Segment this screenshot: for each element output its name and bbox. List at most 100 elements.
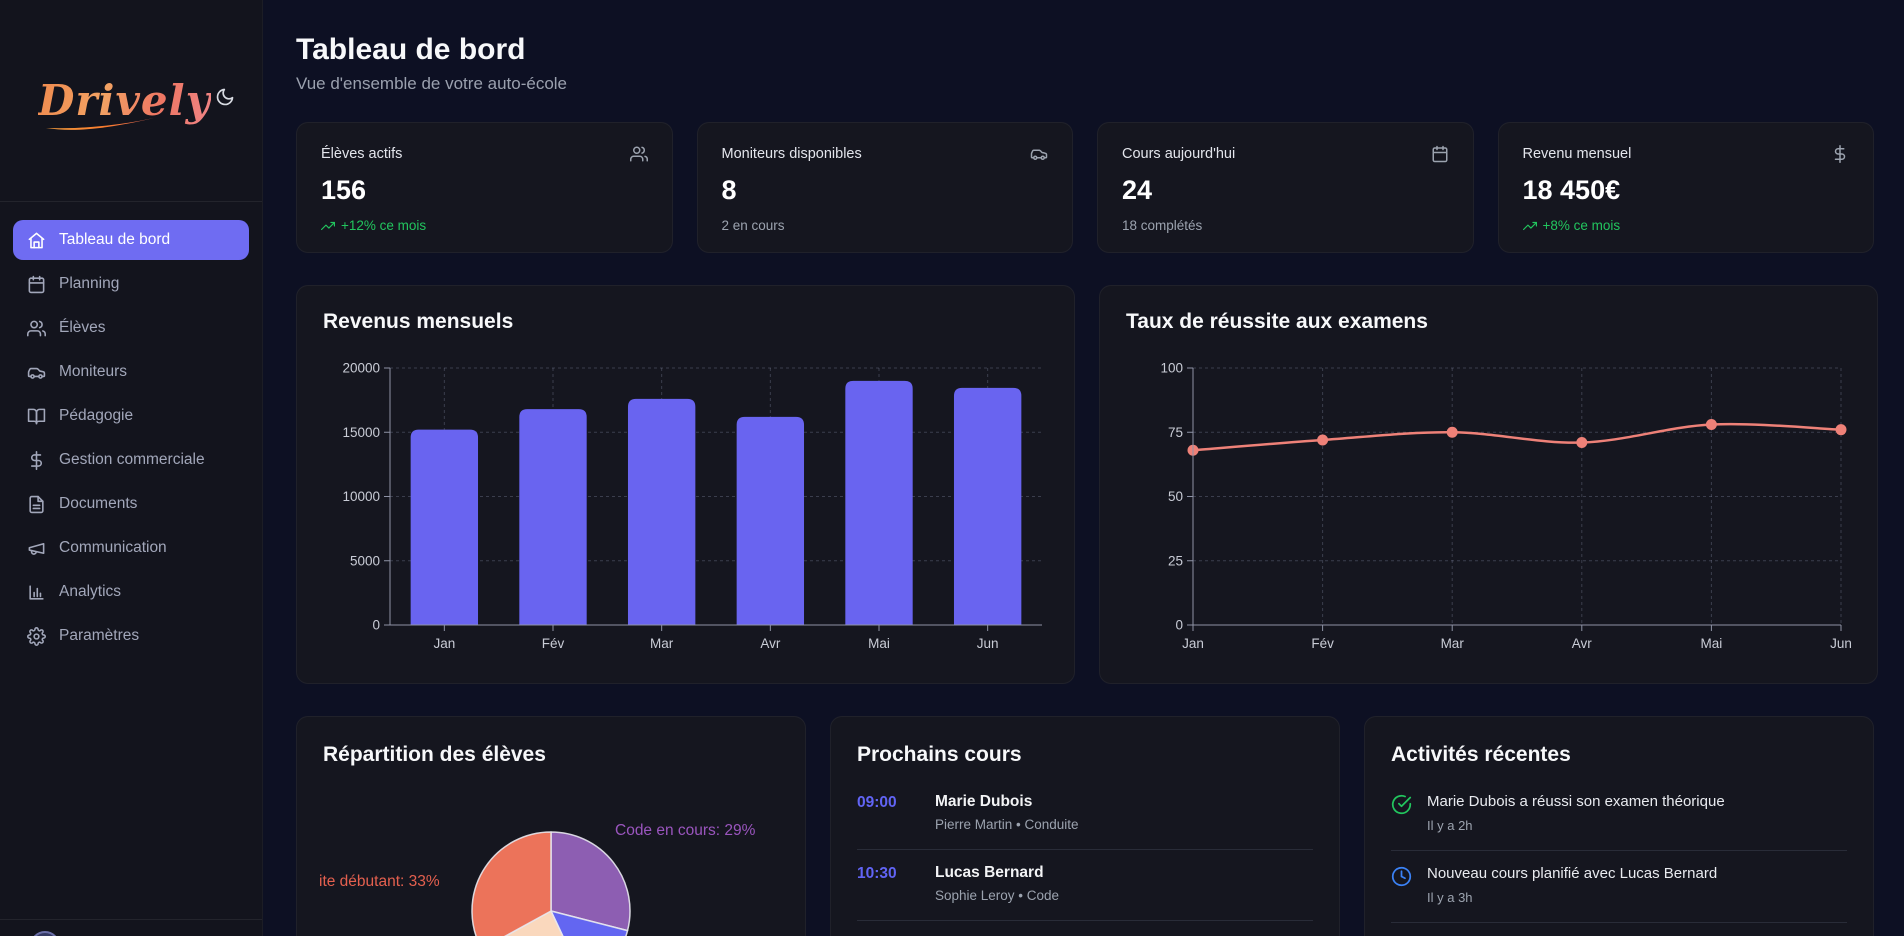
stat-label: Moniteurs disponibles	[722, 146, 862, 162]
activity-title: Activités récentes	[1391, 743, 1847, 767]
activity-time: Il y a 2h	[1427, 818, 1725, 833]
check-circle-icon	[1391, 794, 1412, 833]
recent-activity-card: Activités récentes Marie Dubois a réussi…	[1364, 716, 1874, 936]
success-chart-card: Taux de réussite aux examens 0 25 50 75 100 J…	[1099, 285, 1878, 684]
activity-row: Marie Dubois a réussi son examen théoriq…	[1391, 787, 1847, 851]
calendar-icon	[27, 275, 46, 294]
sidebar-item-label: Tableau de bord	[59, 231, 170, 249]
svg-text:75: 75	[1168, 425, 1183, 440]
stat-value: 24	[1122, 175, 1449, 206]
sidebar-item-label: Moniteurs	[59, 363, 127, 381]
book-open-icon	[27, 407, 46, 426]
activity-text: Marie Dubois a réussi son examen théoriq…	[1427, 793, 1725, 810]
sidebar-item-parametres[interactable]: Paramètres	[13, 616, 249, 656]
activity-list: Marie Dubois a réussi son examen théoriq…	[1391, 787, 1847, 936]
svg-text:0: 0	[372, 618, 380, 633]
bottom-row: Répartition des élèves Code en cours: 29…	[296, 716, 1874, 936]
sidebar-item-eleves[interactable]: Élèves	[13, 308, 249, 348]
sidebar-item-label: Élèves	[59, 319, 106, 337]
activity-row: Nouveau cours planifié avec Lucas Bernar…	[1391, 851, 1847, 923]
main-content: Tableau de bord Vue d'ensemble de votre …	[263, 0, 1904, 936]
svg-text:20000: 20000	[342, 361, 380, 376]
home-icon	[27, 231, 46, 250]
lesson-row[interactable]: 09:00Marie DuboisPierre Martin • Conduit…	[857, 787, 1313, 850]
upcoming-lessons-card: Prochains cours 09:00Marie DuboisPierre …	[830, 716, 1340, 936]
activity-time: Il y a 3h	[1427, 890, 1717, 905]
sidebar-item-label: Pédagogie	[59, 407, 133, 425]
page-subtitle: Vue d'ensemble de votre auto-école	[296, 74, 1874, 94]
svg-text:Fév: Fév	[1311, 636, 1334, 651]
stat-card-revenu-mensuel: Revenu mensuel18 450€+8% ce mois	[1498, 122, 1875, 253]
users-icon	[27, 319, 46, 338]
dollar-icon	[1831, 145, 1849, 163]
lesson-details: Pierre Martin • Conduite	[935, 817, 1079, 832]
svg-text:100: 100	[1160, 361, 1183, 376]
lesson-row[interactable]: 10:30Lucas BernardSophie Leroy • Code	[857, 850, 1313, 921]
app-logo: Drively	[38, 80, 211, 122]
sidebar-item-pedagogie[interactable]: Pédagogie	[13, 396, 249, 436]
svg-text:50: 50	[1168, 489, 1183, 504]
sidebar-item-moniteurs[interactable]: Moniteurs	[13, 352, 249, 392]
page-title: Tableau de bord	[296, 32, 1874, 68]
sidebar-item-analytics[interactable]: Analytics	[13, 572, 249, 612]
sidebar-nav: Tableau de bord Planning Élèves Moniteurs Pé…	[0, 202, 262, 919]
stat-card-header: Revenu mensuel	[1523, 145, 1850, 163]
success-chart-title: Taux de réussite aux examens	[1126, 310, 1851, 334]
pie-chart-title: Répartition des élèves	[323, 743, 779, 767]
sidebar-item-label: Paramètres	[59, 627, 139, 645]
sidebar-item-documents[interactable]: Documents	[13, 484, 249, 524]
revenue-bar-chart: 05000100001500020000JanFévMarAvrMaiJun	[323, 354, 1048, 654]
revenue-chart-card: Revenus mensuels 05000100001500020000Jan…	[296, 285, 1075, 684]
svg-text:Jun: Jun	[1830, 636, 1851, 651]
moon-icon	[215, 87, 235, 110]
svg-text:Mar: Mar	[1441, 636, 1465, 651]
svg-text:Mai: Mai	[868, 636, 890, 651]
sidebar-item-label: Documents	[59, 495, 137, 513]
svg-text:Fév: Fév	[542, 636, 565, 651]
stat-value: 156	[321, 175, 648, 206]
success-line-chart: 0255075100JanFévMarAvrMaiJun	[1126, 354, 1851, 654]
lesson-row[interactable]: 14:00Emma Petit	[857, 921, 1313, 936]
stat-subtext: 18 complétés	[1122, 218, 1449, 233]
stat-subtext: +12% ce mois	[321, 218, 648, 233]
calendar-icon	[1431, 145, 1449, 163]
sidebar-item-label: Communication	[59, 539, 167, 557]
sidebar-item-label: Analytics	[59, 583, 121, 601]
sidebar-item-gestion-commerciale[interactable]: Gestion commerciale	[13, 440, 249, 480]
svg-text:0: 0	[1175, 618, 1183, 633]
revenue-chart-title: Revenus mensuels	[323, 310, 1048, 334]
car-icon	[27, 363, 46, 382]
dollar-icon	[27, 451, 46, 470]
stat-card-header: Élèves actifs	[321, 145, 648, 163]
sidebar-item-label: Planning	[59, 275, 119, 293]
svg-text:25: 25	[1168, 553, 1183, 568]
stat-subtext: 2 en cours	[722, 218, 1049, 233]
svg-text:Jan: Jan	[433, 636, 455, 651]
sidebar: Drively Tableau de bord Planning Élèves Mon…	[0, 0, 263, 936]
sidebar-header: Drively	[0, 0, 262, 202]
theme-toggle-button[interactable]	[211, 83, 239, 114]
stat-card-cours-aujourd-hui: Cours aujourd'hui 24 18 complétés	[1097, 122, 1474, 253]
svg-text:15000: 15000	[342, 425, 380, 440]
gear-icon	[27, 627, 46, 646]
lessons-title: Prochains cours	[857, 743, 1313, 767]
sidebar-item-tableau-de-bord[interactable]: Tableau de bord	[13, 220, 249, 260]
avatar[interactable]	[30, 931, 60, 936]
sidebar-footer	[0, 919, 262, 936]
bar-chart-icon	[27, 583, 46, 602]
pie-label-conduite: ite débutant: 33%	[319, 873, 440, 891]
svg-text:Mar: Mar	[650, 636, 674, 651]
stat-subtext: +8% ce mois	[1523, 218, 1850, 233]
lesson-student: Lucas Bernard	[935, 864, 1059, 882]
sidebar-item-planning[interactable]: Planning	[13, 264, 249, 304]
stat-label: Cours aujourd'hui	[1122, 146, 1235, 162]
stat-card-header: Cours aujourd'hui	[1122, 145, 1449, 163]
clock-icon	[1391, 866, 1412, 905]
stat-value: 8	[722, 175, 1049, 206]
lesson-details: Sophie Leroy • Code	[935, 888, 1059, 903]
sidebar-item-communication[interactable]: Communication	[13, 528, 249, 568]
logo-swoosh-icon	[44, 116, 162, 132]
svg-text:Avr: Avr	[1572, 636, 1593, 651]
stat-label: Élèves actifs	[321, 146, 402, 162]
stats-row: Élèves actifs 156 +12% ce mois Moniteurs di…	[296, 122, 1874, 253]
